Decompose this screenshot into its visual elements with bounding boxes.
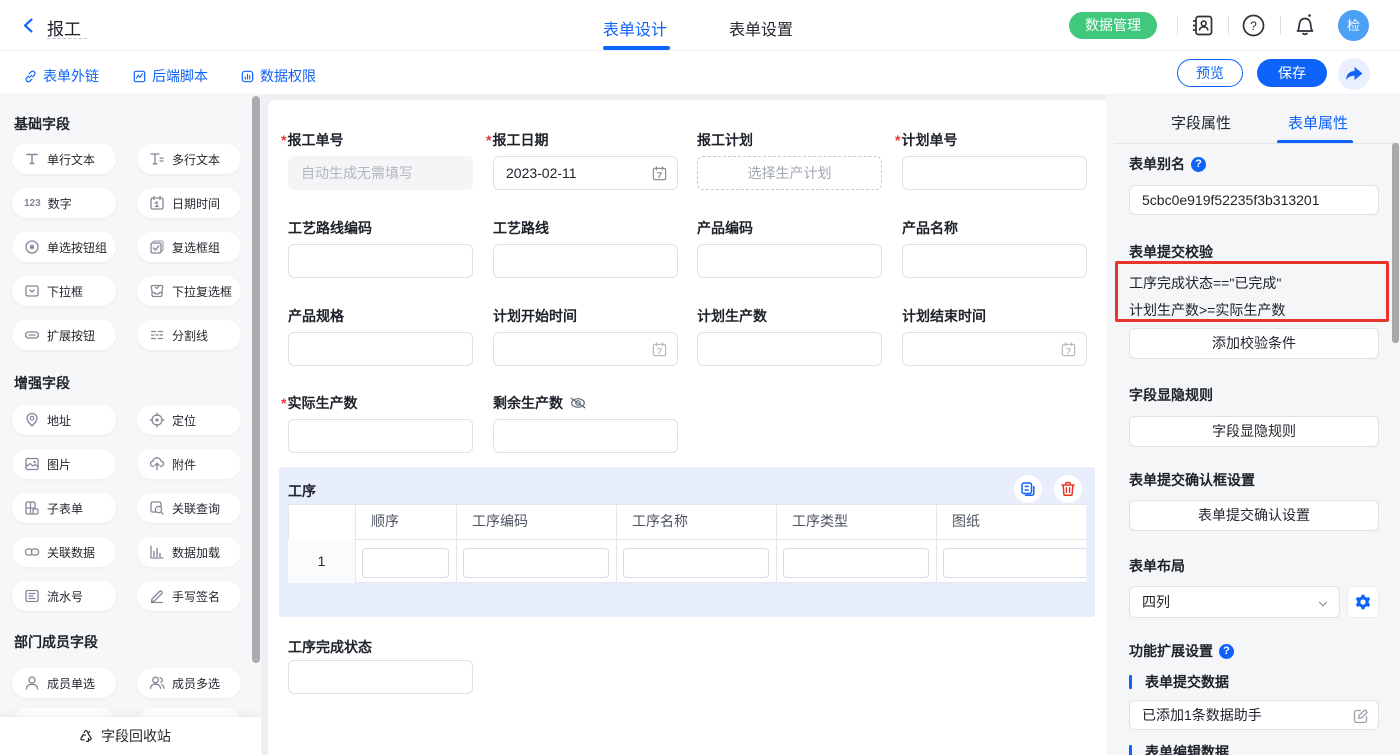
svg-text:?: ? <box>1250 19 1257 33</box>
